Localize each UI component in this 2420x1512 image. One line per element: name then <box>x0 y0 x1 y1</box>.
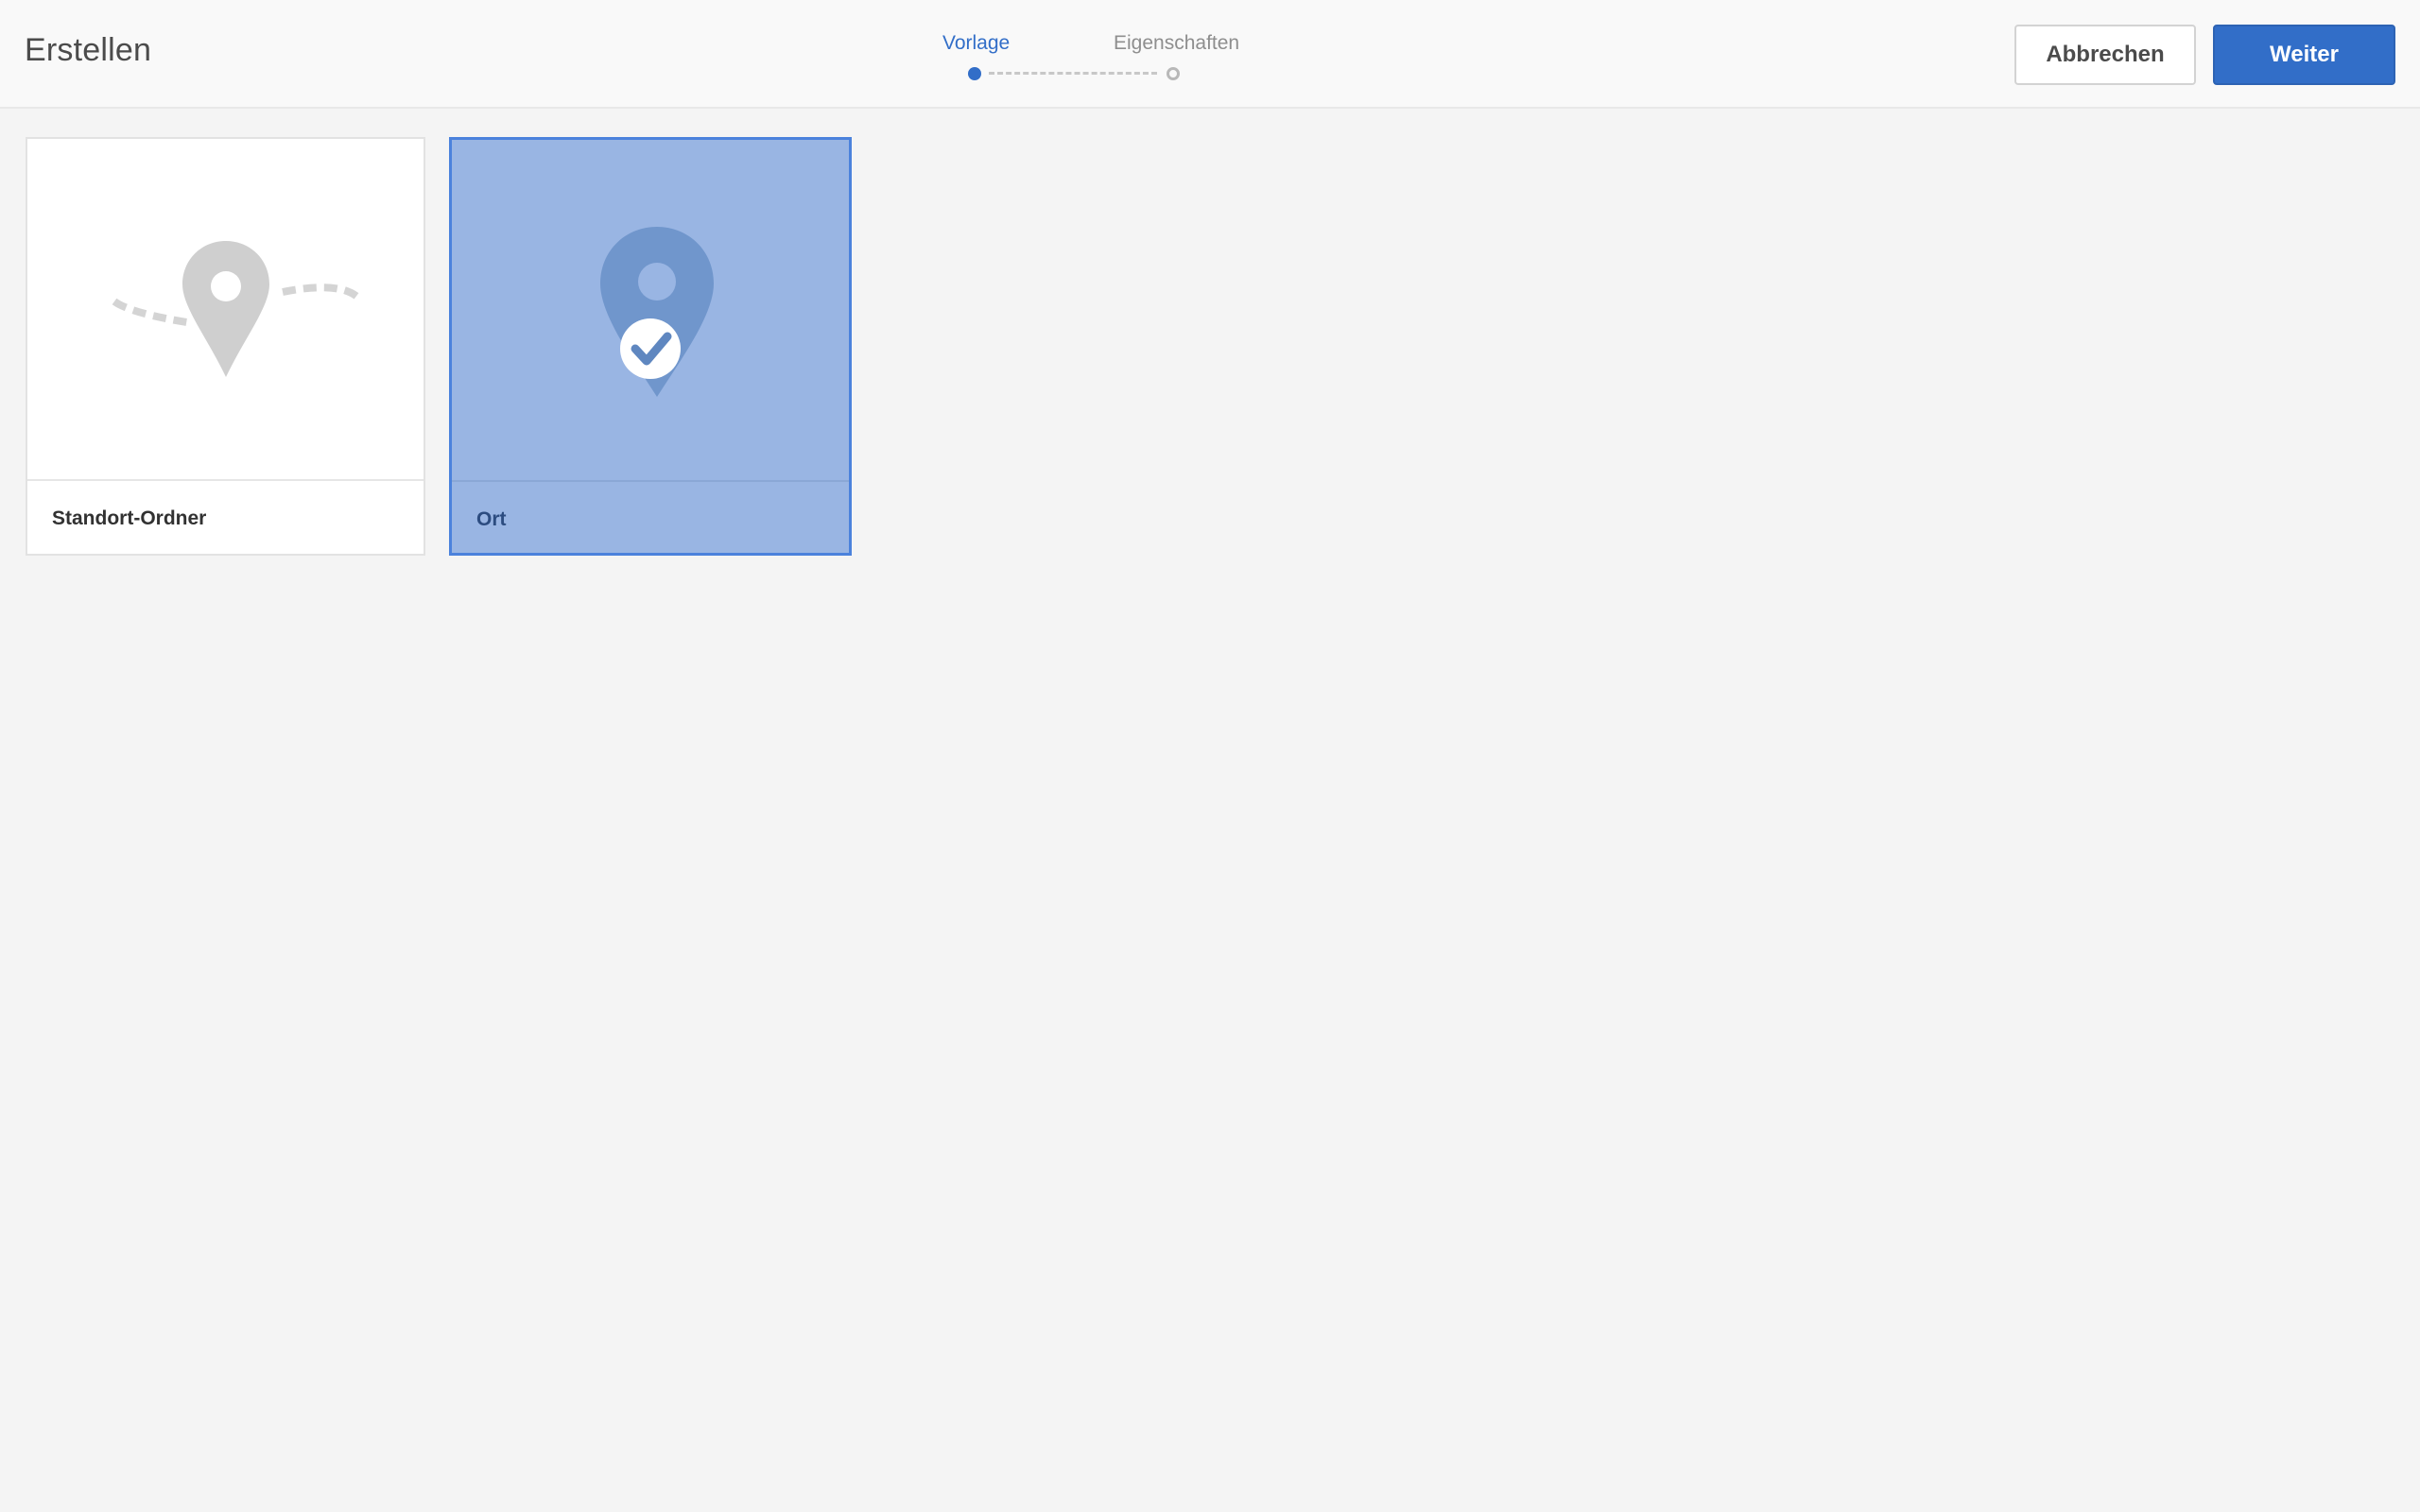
card-title: Ort <box>476 508 507 530</box>
wizard-stepper: Vorlage Eigenschaften <box>936 28 1248 85</box>
step-template[interactable]: Vorlage <box>942 32 1010 55</box>
location-pin-icon <box>600 227 714 397</box>
wizard-header: Erstellen Vorlage Eigenschaften Abbreche… <box>0 0 2420 109</box>
step-properties-marker <box>1167 67 1180 80</box>
location-path-icon <box>112 241 361 377</box>
step-properties[interactable]: Eigenschaften <box>1114 32 1239 55</box>
step-template-marker <box>968 67 981 80</box>
template-card-location[interactable]: Ort <box>449 137 852 556</box>
card-thumbnail <box>452 140 849 482</box>
page-title: Erstellen <box>25 32 152 68</box>
template-card-location-folder[interactable]: Standort-Ordner <box>26 137 425 556</box>
card-title: Standort-Ordner <box>52 507 207 529</box>
step-connector <box>989 72 1157 75</box>
checkmark-icon <box>620 318 681 379</box>
cancel-button[interactable]: Abbrechen <box>2014 25 2196 85</box>
next-button[interactable]: Weiter <box>2213 25 2395 85</box>
card-thumbnail <box>27 139 424 481</box>
